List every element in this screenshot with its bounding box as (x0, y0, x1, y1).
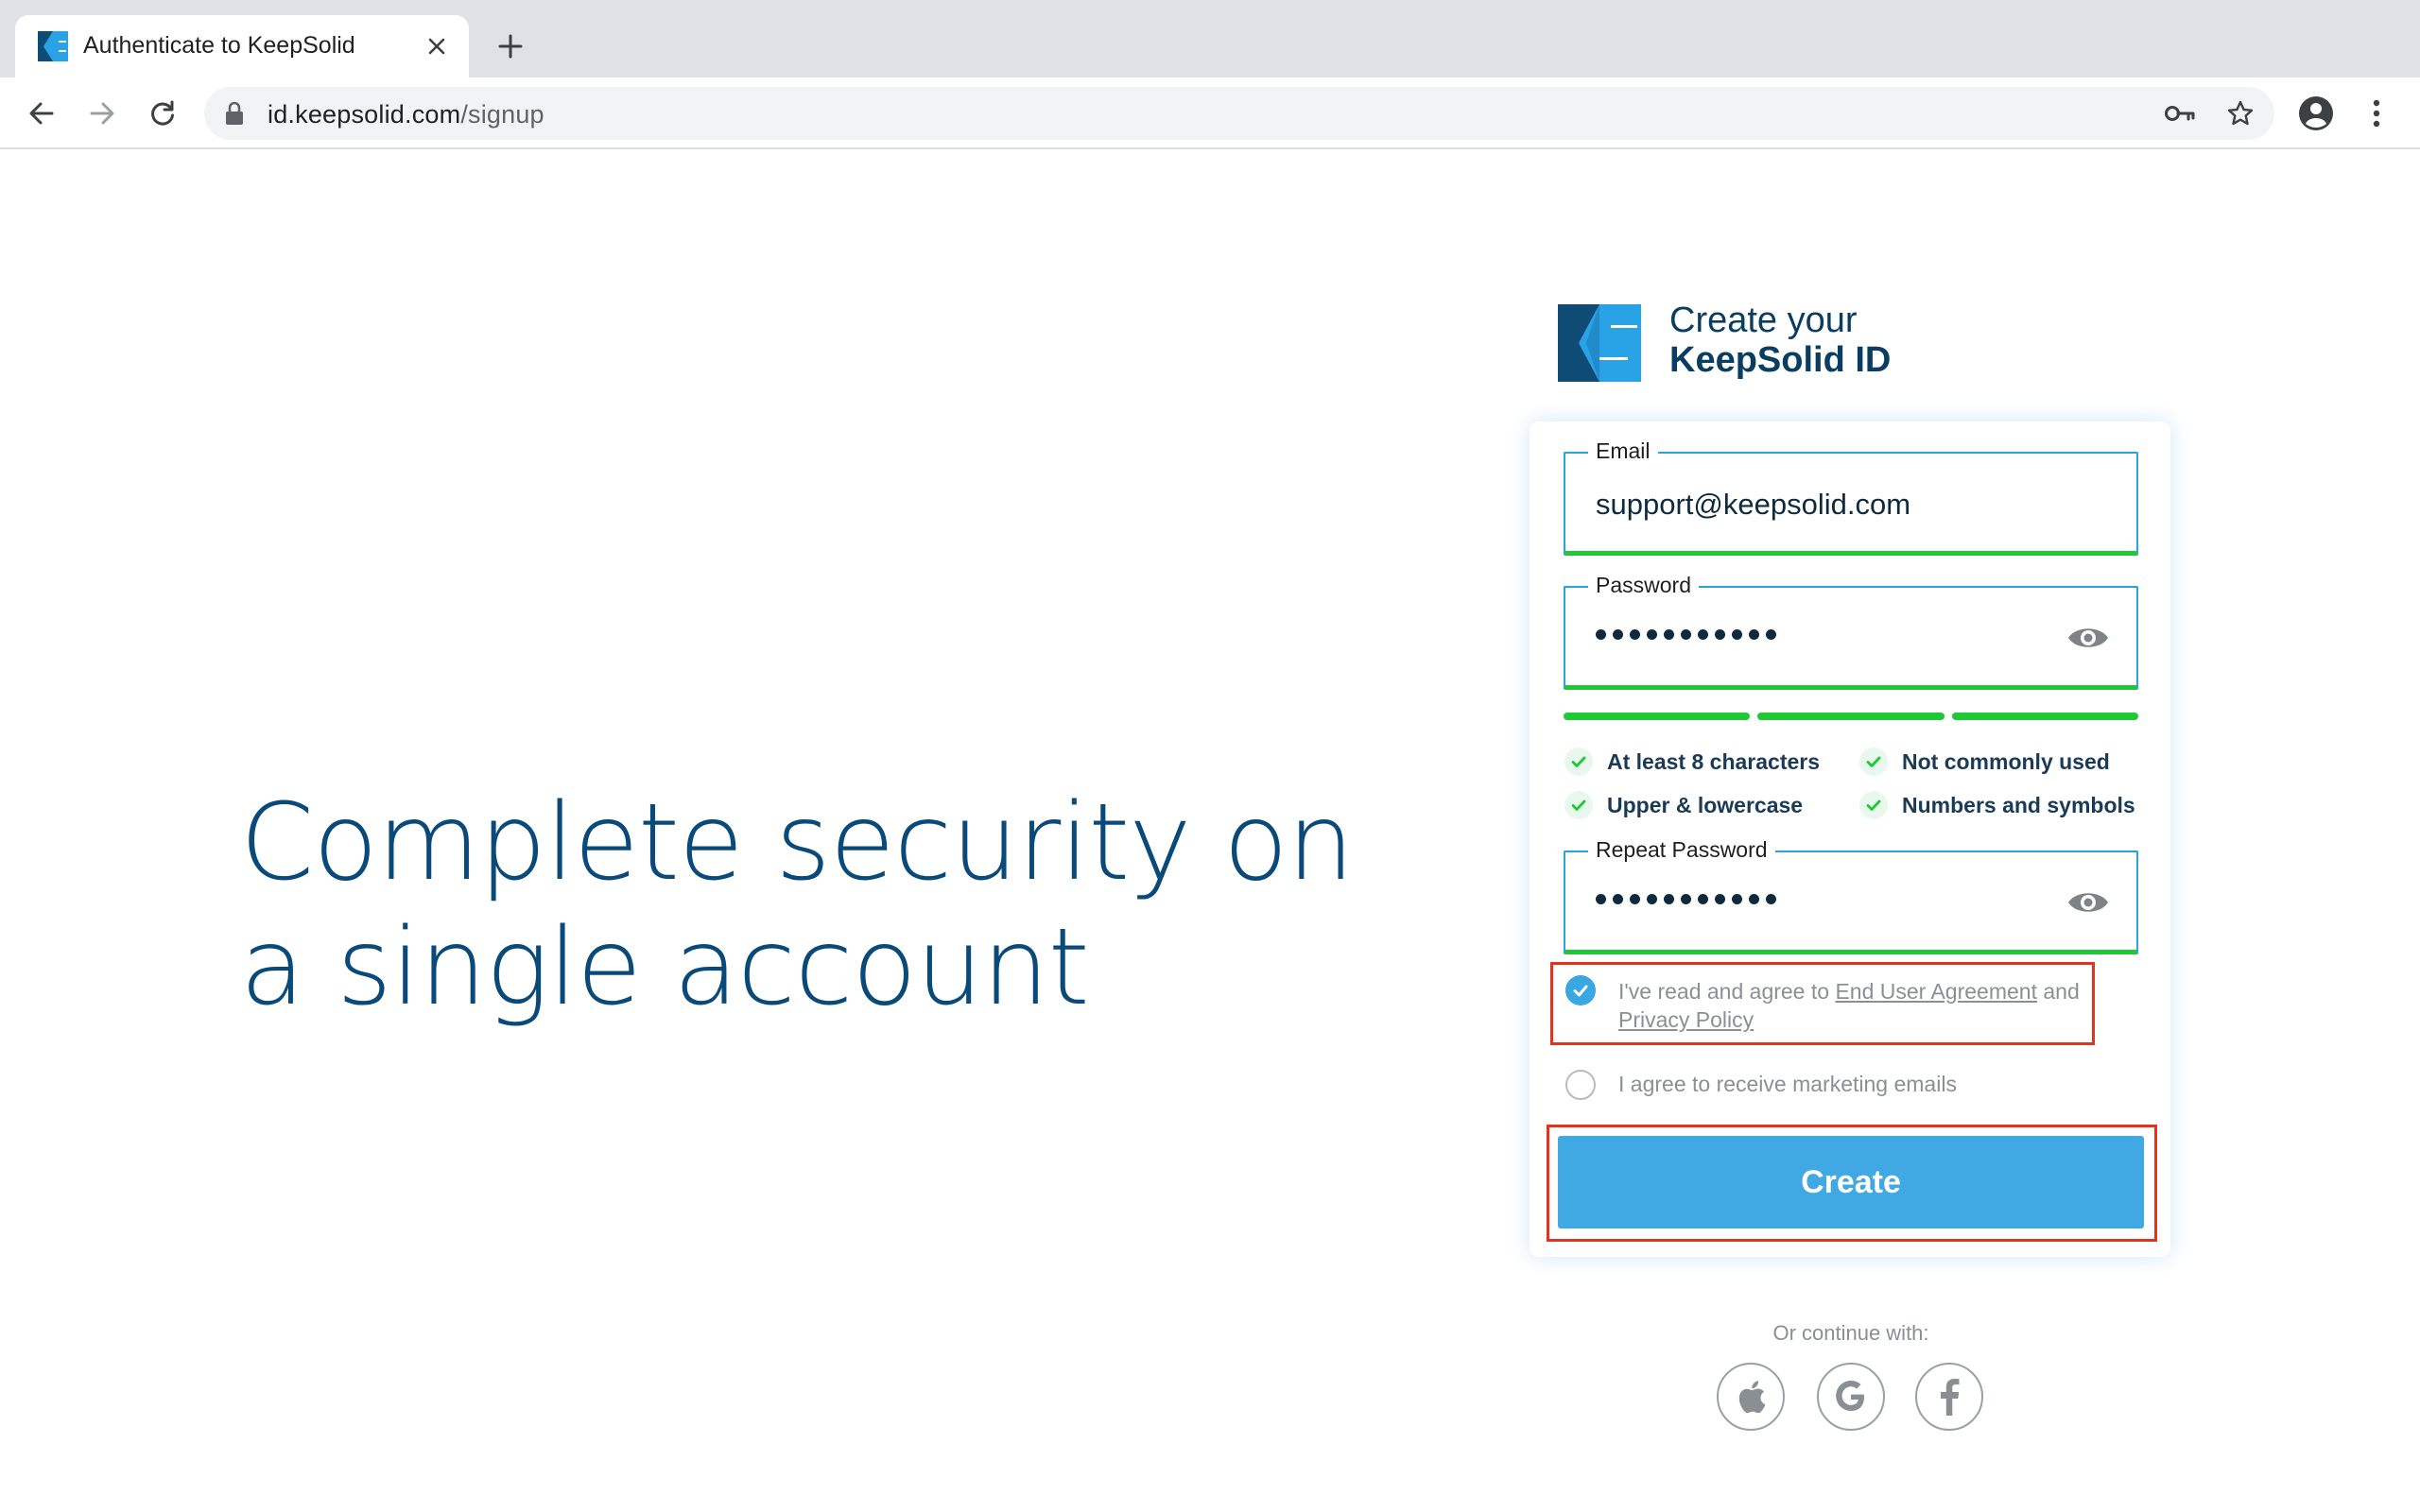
password-mask-dot (1630, 629, 1640, 640)
password-mask-dot (1630, 894, 1640, 904)
tab-title: Authenticate to KeepSolid (83, 32, 355, 59)
check-icon (1564, 790, 1594, 820)
strength-segment (1757, 713, 1945, 720)
agreement-prefix: I've read and agree to (1618, 979, 1830, 1004)
password-mask (1596, 629, 1776, 640)
check-icon (1858, 790, 1889, 820)
password-rule-label: Upper & lowercase (1607, 792, 1804, 817)
marketing-label: I agree to receive marketing emails (1618, 1072, 1957, 1096)
password-mask-dot (1732, 629, 1742, 640)
agreement-checkbox[interactable] (1565, 975, 1596, 1005)
show-password-eye-icon[interactable] (2066, 624, 2110, 652)
email-label: Email (1588, 438, 1658, 464)
repeat-password-mask (1596, 894, 1776, 904)
facebook-login-button[interactable] (1915, 1363, 1983, 1431)
profile-avatar-icon[interactable] (2291, 89, 2341, 138)
close-tab-icon[interactable] (418, 27, 456, 65)
url-text: id.keepsolid.com/signup (268, 100, 544, 129)
brand-title-line-2: KeepSolid ID (1669, 340, 1892, 380)
bookmark-star-icon[interactable] (2221, 94, 2259, 132)
signup-card: Email support@keepsolid.com Password At … (1530, 421, 2170, 1257)
privacy-policy-link[interactable]: Privacy Policy (1618, 1007, 1754, 1032)
password-mask-dot (1732, 894, 1742, 904)
create-button[interactable]: Create (1558, 1136, 2144, 1228)
reload-icon[interactable] (138, 89, 187, 138)
email-field[interactable]: Email support@keepsolid.com (1564, 438, 2138, 556)
back-icon[interactable] (17, 89, 66, 138)
show-repeat-password-eye-icon[interactable] (2066, 888, 2110, 917)
password-field[interactable]: Password (1564, 573, 2138, 690)
apple-icon (1738, 1381, 1766, 1414)
password-mask-dot (1749, 894, 1759, 904)
password-mask-dot (1749, 629, 1759, 640)
password-rule: Upper & lowercase (1564, 790, 1803, 820)
brand-title-line-1: Create your (1669, 301, 1858, 340)
hero-heading: Complete security on a single account (240, 781, 1355, 1030)
password-mask-dot (1766, 894, 1776, 904)
password-mask-dot (1698, 629, 1708, 640)
tab-strip: Authenticate to KeepSolid (0, 0, 2420, 77)
password-mask-dot (1596, 894, 1606, 904)
keepsolid-logo-icon (1558, 304, 1641, 382)
password-mask-dot (1613, 629, 1623, 640)
facebook-icon (1941, 1379, 1960, 1416)
password-mask-dot (1664, 894, 1674, 904)
google-login-button[interactable] (1817, 1363, 1885, 1431)
password-mask-dot (1613, 894, 1623, 904)
lock-icon (226, 101, 243, 125)
password-mask-dot (1647, 629, 1657, 640)
password-rule-label: Numbers and symbols (1902, 792, 2135, 817)
password-rule-label: Not commonly used (1902, 748, 2110, 774)
google-icon (1836, 1381, 1864, 1411)
browser-menu-icon[interactable] (2352, 89, 2401, 138)
check-icon (1858, 747, 1889, 777)
password-mask-dot (1698, 894, 1708, 904)
strength-segment (1564, 713, 1751, 720)
url-host: id.keepsolid.com (268, 100, 461, 129)
password-mask-dot (1715, 894, 1725, 904)
forward-icon[interactable] (78, 89, 127, 138)
password-mask-dot (1647, 894, 1657, 904)
address-bar[interactable]: id.keepsolid.com/signup (204, 87, 2274, 140)
password-mask-dot (1596, 629, 1606, 640)
password-mask-dot (1715, 629, 1725, 640)
repeat-password-label: Repeat Password (1588, 837, 1775, 863)
password-rule: Numbers and symbols (1858, 790, 2135, 820)
password-rule: Not commonly used (1858, 747, 2110, 777)
agreement-conjunction: and (2043, 979, 2080, 1004)
password-mask-dot (1681, 629, 1691, 640)
checkmark-icon (1573, 985, 1588, 997)
keepsolid-favicon-icon (38, 31, 68, 61)
continue-with-label: Or continue with: (1772, 1321, 1929, 1345)
browser-toolbar: id.keepsolid.com/signup (0, 77, 2420, 149)
hero-line-2: a single account (240, 906, 1090, 1029)
check-icon (1564, 747, 1594, 777)
eula-link[interactable]: End User Agreement (1835, 979, 2037, 1004)
browser-tab[interactable]: Authenticate to KeepSolid (15, 15, 469, 77)
key-icon[interactable] (2161, 94, 2199, 132)
password-mask-dot (1664, 629, 1674, 640)
password-rule: At least 8 characters (1564, 747, 1820, 777)
password-label: Password (1588, 573, 1699, 598)
password-mask-dot (1766, 629, 1776, 640)
apple-login-button[interactable] (1717, 1363, 1785, 1431)
new-tab-icon[interactable] (488, 24, 533, 69)
password-rule-label: At least 8 characters (1607, 748, 1821, 774)
password-mask-dot (1681, 894, 1691, 904)
email-value: support@keepsolid.com (1596, 488, 1911, 521)
repeat-password-field[interactable]: Repeat Password (1564, 837, 2138, 954)
marketing-checkbox[interactable] (1565, 1070, 1596, 1100)
url-path: /signup (460, 100, 544, 129)
password-strength-meter (1564, 713, 2138, 720)
hero-line-1: Complete security on (240, 782, 1355, 904)
agreement-text: I've read and agree to End User Agreemen… (1618, 977, 2100, 1034)
strength-segment (1951, 713, 2138, 720)
